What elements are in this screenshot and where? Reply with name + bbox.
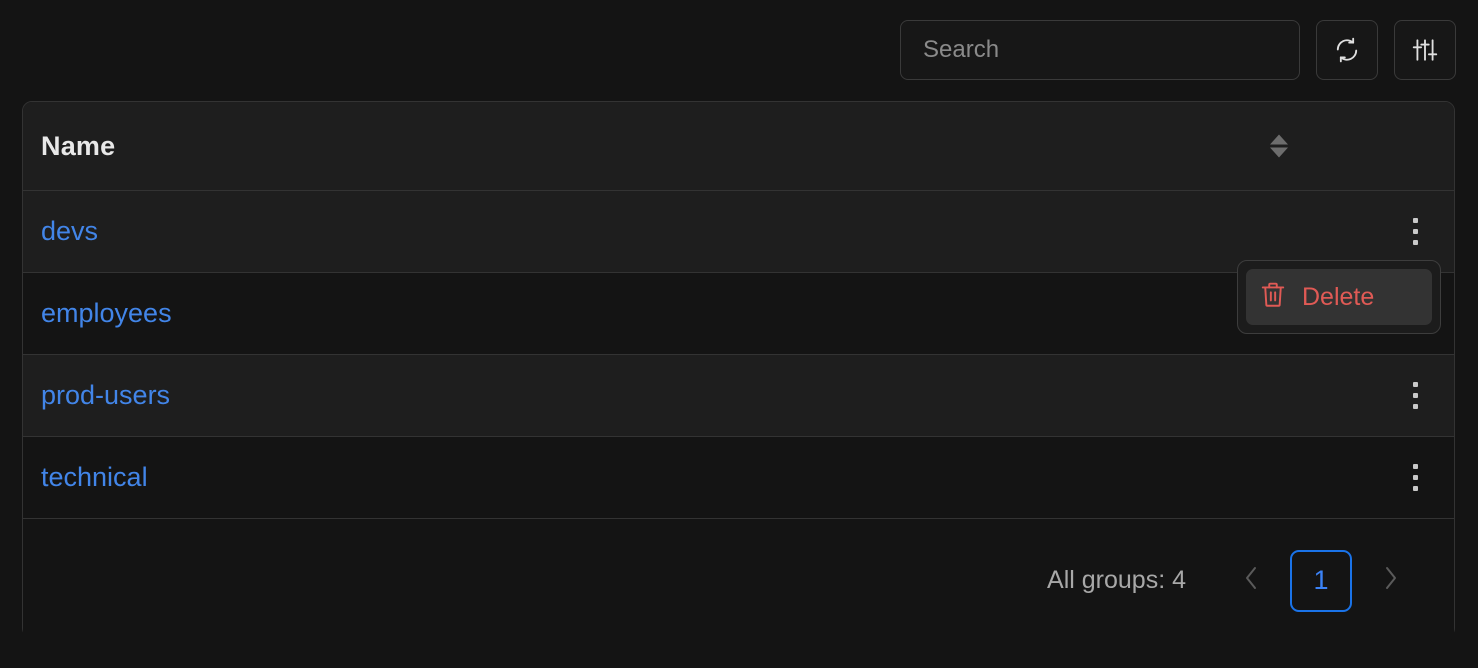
page-button-1[interactable]: 1 <box>1290 549 1352 612</box>
groups-page: Name devs employees prod-users <box>0 0 1478 668</box>
sliders-icon <box>1412 37 1438 63</box>
total-count-label: All groups: 4 <box>1047 566 1186 594</box>
group-link-devs[interactable]: devs <box>41 216 98 247</box>
filter-button[interactable] <box>1394 20 1456 80</box>
chevron-right-icon <box>1379 563 1401 598</box>
row-actions-menu-icon[interactable] <box>1398 376 1432 416</box>
previous-page-button[interactable] <box>1230 556 1274 606</box>
table-footer: All groups: 4 1 <box>23 519 1454 642</box>
group-link-employees[interactable]: employees <box>41 298 172 329</box>
column-header-name[interactable]: Name <box>41 131 115 162</box>
trash-icon <box>1260 281 1286 314</box>
group-link-technical[interactable]: technical <box>41 462 148 493</box>
table-row: devs <box>23 191 1454 273</box>
delete-menu-item-label: Delete <box>1302 282 1375 311</box>
sort-ascending-icon <box>1270 134 1288 145</box>
sort-toggle-icon[interactable] <box>1270 134 1288 158</box>
row-actions-menu-icon[interactable] <box>1398 458 1432 498</box>
group-link-prod-users[interactable]: prod-users <box>41 380 170 411</box>
chevron-left-icon <box>1241 563 1263 598</box>
delete-menu-item[interactable]: Delete <box>1246 269 1432 325</box>
refresh-button[interactable] <box>1316 20 1378 80</box>
next-page-button[interactable] <box>1368 556 1412 606</box>
toolbar <box>900 20 1456 80</box>
sort-descending-icon <box>1270 147 1288 158</box>
search-input[interactable] <box>900 20 1300 80</box>
table-row: technical <box>23 437 1454 519</box>
refresh-icon <box>1334 37 1360 63</box>
table-header-row: Name <box>23 102 1454 191</box>
groups-table: Name devs employees prod-users technical… <box>22 101 1455 642</box>
row-actions-menu-icon[interactable] <box>1398 212 1432 252</box>
row-context-menu: Delete <box>1237 260 1441 334</box>
table-row: prod-users <box>23 355 1454 437</box>
